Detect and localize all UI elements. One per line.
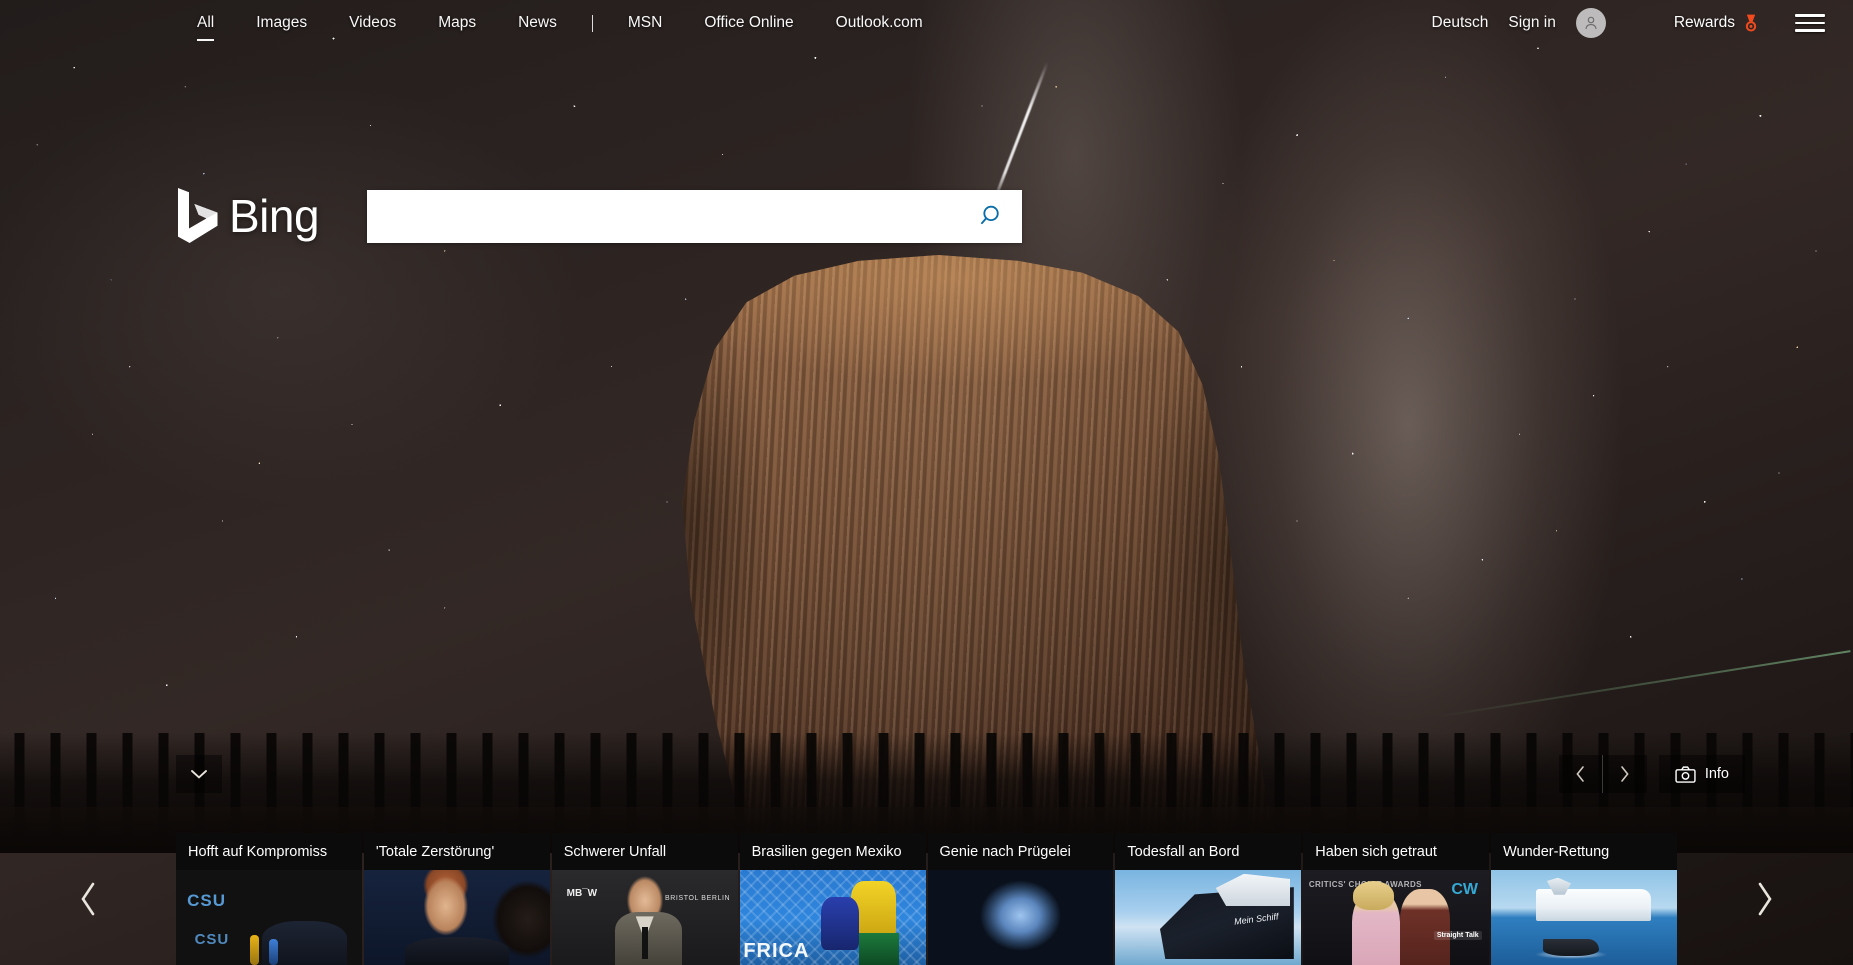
search-area: Bing: [176, 187, 1023, 245]
thumbnail-art-portrait: [363, 870, 550, 965]
thumb-shape: [641, 927, 648, 960]
thumb-overlay-text: FRICA: [743, 940, 810, 962]
next-image-button[interactable]: [1602, 755, 1647, 793]
thumbnail-art-soccer-match: FRICA: [739, 870, 926, 965]
thumb-shape: [1353, 881, 1395, 910]
thumb-overlay-text: CW: [1451, 881, 1478, 899]
news-card-title: 'Totale Zerstörung': [363, 833, 550, 870]
search-submit-button[interactable]: [964, 190, 1022, 243]
news-card-thumbnail: [551, 870, 738, 965]
news-card-thumbnail: [1491, 870, 1677, 965]
camera-icon: [1675, 765, 1696, 783]
news-card-title: Hofft auf Kompromiss: [176, 833, 362, 870]
thumb-shape: [821, 896, 859, 950]
bing-logo[interactable]: Bing: [176, 187, 320, 245]
search-icon: [981, 205, 999, 225]
rewards-button[interactable]: Rewards: [1674, 13, 1761, 33]
nav-divider: [591, 14, 593, 32]
news-card-title: Todesfall an Bord: [1115, 833, 1302, 870]
news-card-title: Brasilien gegen Mexiko: [739, 833, 926, 870]
news-card[interactable]: Wunder-Rettung: [1491, 833, 1677, 965]
thumbnail-art-fashion-week: [551, 870, 738, 965]
news-card[interactable]: Todesfall an Bord: [1115, 833, 1302, 965]
news-card-thumbnail: [363, 870, 550, 965]
chevron-right-icon: [1758, 882, 1772, 916]
hamburger-menu-button[interactable]: [1795, 14, 1825, 32]
medal-icon: [1745, 14, 1757, 32]
chevron-right-icon: [1621, 766, 1629, 782]
thumbnail-art-sea-rescue: [1491, 870, 1677, 965]
carousel-track: Hofft auf Kompromiss 'Totale Zerstörung': [176, 833, 1677, 965]
thumbnail-art-brain-scan: [927, 870, 1114, 965]
news-card[interactable]: Schwerer Unfall: [551, 833, 738, 965]
nav-item-news[interactable]: News: [508, 14, 567, 31]
news-card[interactable]: Hofft auf Kompromiss: [176, 833, 362, 965]
nav-item-videos[interactable]: Videos: [339, 14, 406, 31]
bing-homepage: All Images Videos Maps News MSN Office O…: [0, 0, 1853, 965]
nav-item-maps[interactable]: Maps: [428, 14, 486, 31]
thumb-shape: [1399, 889, 1451, 965]
news-card-thumbnail: [176, 870, 362, 965]
nav-secondary-links: Deutsch Sign in Rewards: [1422, 8, 1831, 38]
carousel-prev-button[interactable]: [0, 833, 176, 965]
search-input[interactable]: [367, 189, 965, 243]
chevron-left-icon: [81, 882, 95, 916]
news-card[interactable]: Haben sich getraut CRITICS' CHOICE AWARD…: [1303, 833, 1490, 965]
top-navigation-bar: All Images Videos Maps News MSN Office O…: [0, 0, 1853, 46]
thumbnail-art-red-carpet: CRITICS' CHOICE AWARDS CW Straight Talk: [1303, 870, 1490, 965]
thumb-shape: [404, 936, 509, 965]
news-card-title: Haben sich getraut: [1303, 833, 1490, 870]
thumb-shape: [1215, 873, 1291, 907]
previous-image-button[interactable]: [1558, 755, 1603, 793]
thumb-shape: [1535, 889, 1651, 922]
airglow-streak: [1435, 650, 1851, 718]
chevron-down-icon: [191, 769, 207, 779]
language-selector[interactable]: Deutsch: [1432, 15, 1489, 31]
news-carousel: Hofft auf Kompromiss 'Totale Zerstörung': [0, 833, 1853, 965]
nav-item-images[interactable]: Images: [246, 14, 317, 31]
account-avatar[interactable]: [1575, 8, 1606, 38]
nav-primary-links: All Images Videos Maps News MSN Office O…: [176, 14, 944, 41]
hamburger-line: [1795, 21, 1825, 25]
nav-item-msn[interactable]: MSN: [618, 14, 672, 31]
thumbnail-art-csu-politician: [176, 870, 362, 965]
nav-item-outlook[interactable]: Outlook.com: [826, 14, 933, 31]
chevron-left-icon: [1576, 766, 1584, 782]
news-card-thumbnail: [1115, 870, 1302, 965]
hamburger-line: [1795, 14, 1825, 17]
nav-item-office-online[interactable]: Office Online: [694, 14, 803, 31]
news-card-title: Genie nach Prügelei: [927, 833, 1114, 870]
thumbnail-art-cruise-ship: [1115, 870, 1302, 965]
carousel-next-button[interactable]: [1677, 833, 1853, 965]
news-card-thumbnail: CRITICS' CHOICE AWARDS CW Straight Talk: [1303, 870, 1490, 965]
hamburger-line: [1795, 29, 1825, 32]
news-card-thumbnail: [927, 870, 1114, 965]
news-card[interactable]: 'Totale Zerstörung': [363, 833, 550, 965]
thumb-shape: [268, 939, 278, 965]
thumb-shape: [858, 932, 900, 965]
nav-item-all[interactable]: All: [187, 14, 224, 41]
news-card-title: Schwerer Unfall: [551, 833, 738, 870]
news-card-title: Wunder-Rettung: [1491, 833, 1677, 870]
search-box: [367, 189, 1023, 243]
collapse-homepage-button[interactable]: [176, 755, 222, 793]
thumb-overlay-text: Straight Talk: [1433, 931, 1482, 941]
news-card[interactable]: Genie nach Prügelei: [927, 833, 1114, 965]
news-card-thumbnail: FRICA: [739, 870, 926, 965]
meteor-streak: [993, 61, 1049, 201]
image-info-label: Info: [1704, 766, 1729, 782]
hero-image-controls: Info: [1558, 755, 1745, 793]
bing-logo-text: Bing: [229, 190, 320, 242]
image-info-button[interactable]: Info: [1658, 755, 1745, 793]
person-icon: [1585, 16, 1597, 30]
thumb-shape: [1543, 939, 1599, 956]
rewards-label: Rewards: [1673, 14, 1735, 31]
thumb-shape: [250, 935, 260, 965]
sign-in-link[interactable]: Sign in: [1508, 15, 1555, 31]
bing-b-logo-icon: [178, 188, 218, 243]
news-card[interactable]: Brasilien gegen Mexiko FRICA: [739, 833, 926, 965]
